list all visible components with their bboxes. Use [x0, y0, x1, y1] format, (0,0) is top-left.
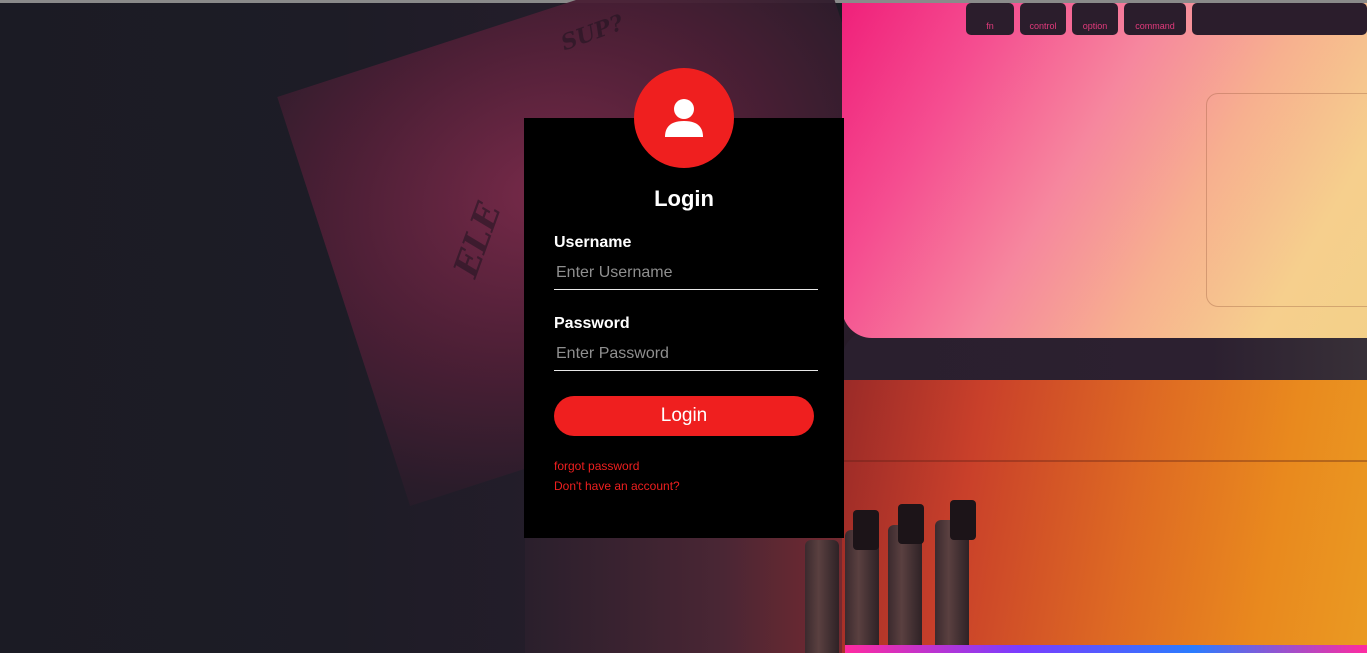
login-title: Login [654, 186, 714, 211]
background-key [1192, 3, 1367, 35]
background-laptop-edge [842, 330, 1367, 385]
background-pen [888, 525, 922, 653]
login-button[interactable]: Login [554, 396, 814, 436]
user-icon [665, 99, 703, 137]
avatar [634, 68, 734, 168]
username-input[interactable] [554, 256, 818, 290]
background-key: control [1020, 3, 1066, 35]
background-pen-cap [950, 500, 976, 540]
background-pen-cap [853, 510, 879, 550]
background-rgb-glow [845, 645, 1367, 653]
password-input[interactable] [554, 337, 818, 371]
background-key: command [1124, 3, 1186, 35]
login-page: SUP? ELE fn control option command Login… [0, 0, 1367, 653]
background-keyboard-row: fn control option command [842, 0, 1367, 40]
password-label: Password [554, 315, 630, 332]
background-touchpad [1206, 93, 1367, 307]
background-pen [805, 540, 839, 653]
username-label: Username [554, 234, 632, 251]
background-key: fn [966, 3, 1014, 35]
forgot-password-link[interactable]: forgot password [554, 459, 639, 473]
background-key: option [1072, 3, 1118, 35]
background-desk-grain [842, 460, 1367, 462]
signup-link[interactable]: Don't have an account? [554, 479, 680, 493]
background-pen-cap [898, 504, 924, 544]
